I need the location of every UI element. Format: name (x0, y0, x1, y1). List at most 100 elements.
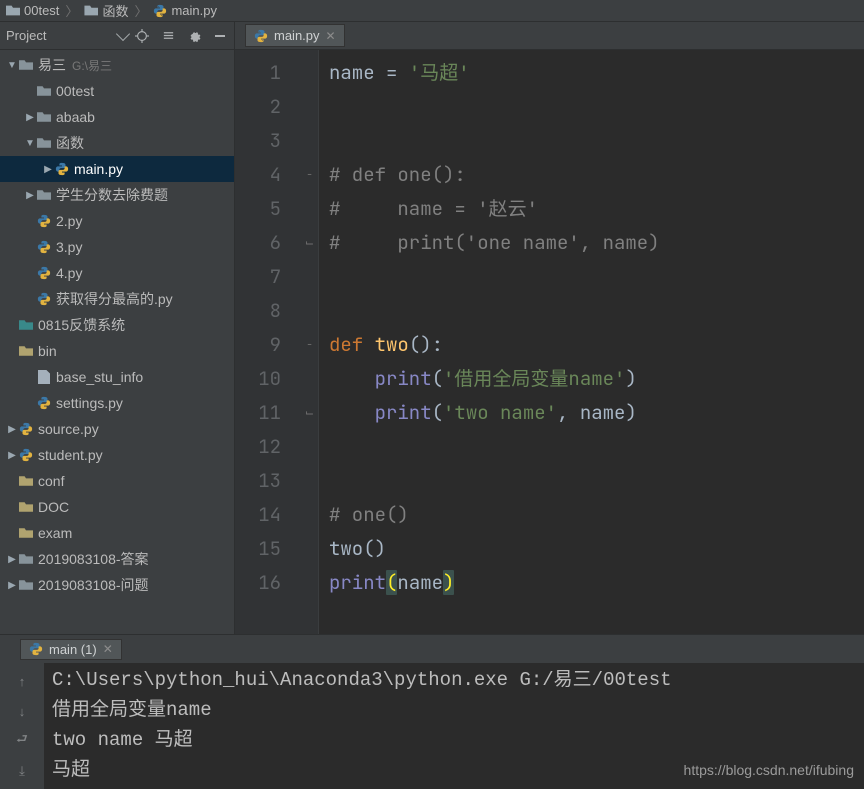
python-icon (36, 240, 52, 254)
chevron-right-icon[interactable]: ▶ (6, 450, 18, 461)
python-icon (254, 29, 268, 43)
chevron-right-icon[interactable]: ▶ (42, 164, 54, 175)
folder-icon (6, 4, 20, 18)
tree-item[interactable]: ▶ 学生分数去除费题 (0, 182, 234, 208)
chevron-down-icon[interactable] (116, 26, 130, 40)
folder-icon (84, 4, 98, 18)
breadcrumb-item[interactable]: 函数 (84, 1, 128, 20)
code-line[interactable]: print('借用全局变量name') (329, 362, 864, 396)
code-editor[interactable]: 12345678910111213141516 −⌙−⌙ name = '马超'… (235, 50, 864, 634)
python-icon (18, 448, 34, 462)
tree-item[interactable]: ▶2019083108-答案 (0, 546, 234, 572)
chevron-right-icon[interactable]: ▶ (24, 190, 36, 201)
close-icon[interactable]: ✕ (326, 29, 336, 43)
console-output[interactable]: C:\Users\python_hui\Anaconda3\python.exe… (44, 663, 864, 789)
folder-icon (18, 526, 34, 540)
editor-gutter: 12345678910111213141516 (235, 50, 301, 634)
tree-item[interactable]: ▶4.py (0, 260, 234, 286)
tree-item[interactable]: ▶conf (0, 468, 234, 494)
python-icon (36, 266, 52, 280)
code-line[interactable]: # name = '赵云' (329, 192, 864, 226)
code-line[interactable]: two() (329, 532, 864, 566)
tree-item-label: conf (38, 473, 64, 489)
tree-item-label: 易三 (38, 55, 66, 75)
code-line[interactable]: name = '马超' (329, 56, 864, 90)
run-toolbar: ↑ ↓ ⮐ ⤓ (0, 663, 44, 789)
tree-item[interactable]: ▶ student.py (0, 442, 234, 468)
tree-item[interactable]: ▶bin (0, 338, 234, 364)
code-line[interactable]: def two(): (329, 328, 864, 362)
tree-item-label: 学生分数去除费题 (56, 185, 168, 205)
tree-item[interactable]: ▶base_stu_info (0, 364, 234, 390)
folder-icon (18, 344, 34, 358)
tree-item[interactable]: ▶abaab (0, 104, 234, 130)
breadcrumb-sep-icon: 〉 (65, 1, 78, 20)
topbar: Project main.py ✕ (0, 22, 864, 50)
target-icon[interactable] (134, 28, 150, 44)
code-line[interactable]: print('two name', name) (329, 396, 864, 430)
close-icon[interactable]: ✕ (103, 642, 113, 656)
python-icon (29, 642, 43, 656)
chevron-down-icon[interactable]: ▼ (6, 60, 18, 71)
minimize-icon[interactable] (212, 28, 228, 44)
tree-item-hint: G:\易三 (72, 57, 112, 74)
collapse-icon[interactable] (160, 28, 176, 44)
tree-item-label: settings.py (56, 395, 123, 411)
python-icon (54, 162, 70, 176)
code-line[interactable] (329, 430, 864, 464)
tree-item[interactable]: ▶0815反馈系统 (0, 312, 234, 338)
gear-icon[interactable] (186, 28, 202, 44)
code-line[interactable] (329, 90, 864, 124)
wrap-icon[interactable]: ⮐ (12, 731, 32, 751)
folder-icon (36, 110, 52, 124)
tree-item[interactable]: ▼ 易三 G:\易三 (0, 52, 234, 78)
tree-item[interactable]: ▶ 2019083108-问题 (0, 572, 234, 598)
code-line[interactable] (329, 464, 864, 498)
breadcrumb-item[interactable]: main.py (153, 3, 217, 18)
chevron-right-icon[interactable]: ▶ (24, 112, 36, 123)
folder-icon (18, 318, 34, 332)
tab-label: main.py (274, 28, 320, 43)
project-tree[interactable]: ▼易三G:\易三▶00test▶abaab▼函数▶main.py▶学生分数去除费… (0, 50, 235, 634)
code-line[interactable] (329, 260, 864, 294)
tree-item[interactable]: ▼函数 (0, 130, 234, 156)
chevron-right-icon[interactable]: ▶ (6, 580, 18, 591)
chevron-down-icon[interactable]: ▼ (24, 138, 36, 149)
tree-item-label: student.py (38, 447, 103, 463)
down-icon[interactable]: ↓ (12, 701, 32, 721)
tree-item[interactable]: ▶source.py (0, 416, 234, 442)
export-icon[interactable]: ⤓ (12, 761, 32, 781)
code-line[interactable]: # one() (329, 498, 864, 532)
tree-item-label: 4.py (56, 265, 82, 281)
code-line[interactable] (329, 294, 864, 328)
folder-icon (36, 84, 52, 98)
python-icon (36, 396, 52, 410)
python-icon (18, 422, 34, 436)
tree-item[interactable]: ▶获取得分最高的.py (0, 286, 234, 312)
chevron-right-icon[interactable]: ▶ (6, 424, 18, 435)
tree-item-label: 2019083108-问题 (38, 575, 149, 595)
tree-item[interactable]: ▶3.py (0, 234, 234, 260)
tree-item[interactable]: ▶00test (0, 78, 234, 104)
run-tab[interactable]: main (1) ✕ (20, 639, 122, 660)
code-line[interactable] (329, 124, 864, 158)
tree-item-label: base_stu_info (56, 369, 143, 385)
tab-main-py[interactable]: main.py ✕ (245, 24, 345, 47)
code-line[interactable]: print(name) (329, 566, 864, 600)
tree-item-label: DOC (38, 499, 69, 515)
breadcrumb-item[interactable]: 00test (6, 3, 59, 18)
tree-item[interactable]: ▶settings.py (0, 390, 234, 416)
breadcrumb-sep-icon: 〉 (134, 1, 147, 20)
tree-item[interactable]: ▶DOC (0, 494, 234, 520)
up-icon[interactable]: ↑ (12, 671, 32, 691)
tree-item[interactable]: ▶2.py (0, 208, 234, 234)
tree-item-label: main.py (74, 161, 123, 177)
tree-item[interactable]: ▶ main.py (0, 156, 234, 182)
fold-column[interactable]: −⌙−⌙ (301, 50, 319, 634)
python-icon (36, 214, 52, 228)
code-line[interactable]: # def one(): (329, 158, 864, 192)
chevron-right-icon[interactable]: ▶ (6, 554, 18, 565)
tree-item[interactable]: ▶exam (0, 520, 234, 546)
code-line[interactable]: # print('one name', name) (329, 226, 864, 260)
python-icon (36, 292, 52, 306)
